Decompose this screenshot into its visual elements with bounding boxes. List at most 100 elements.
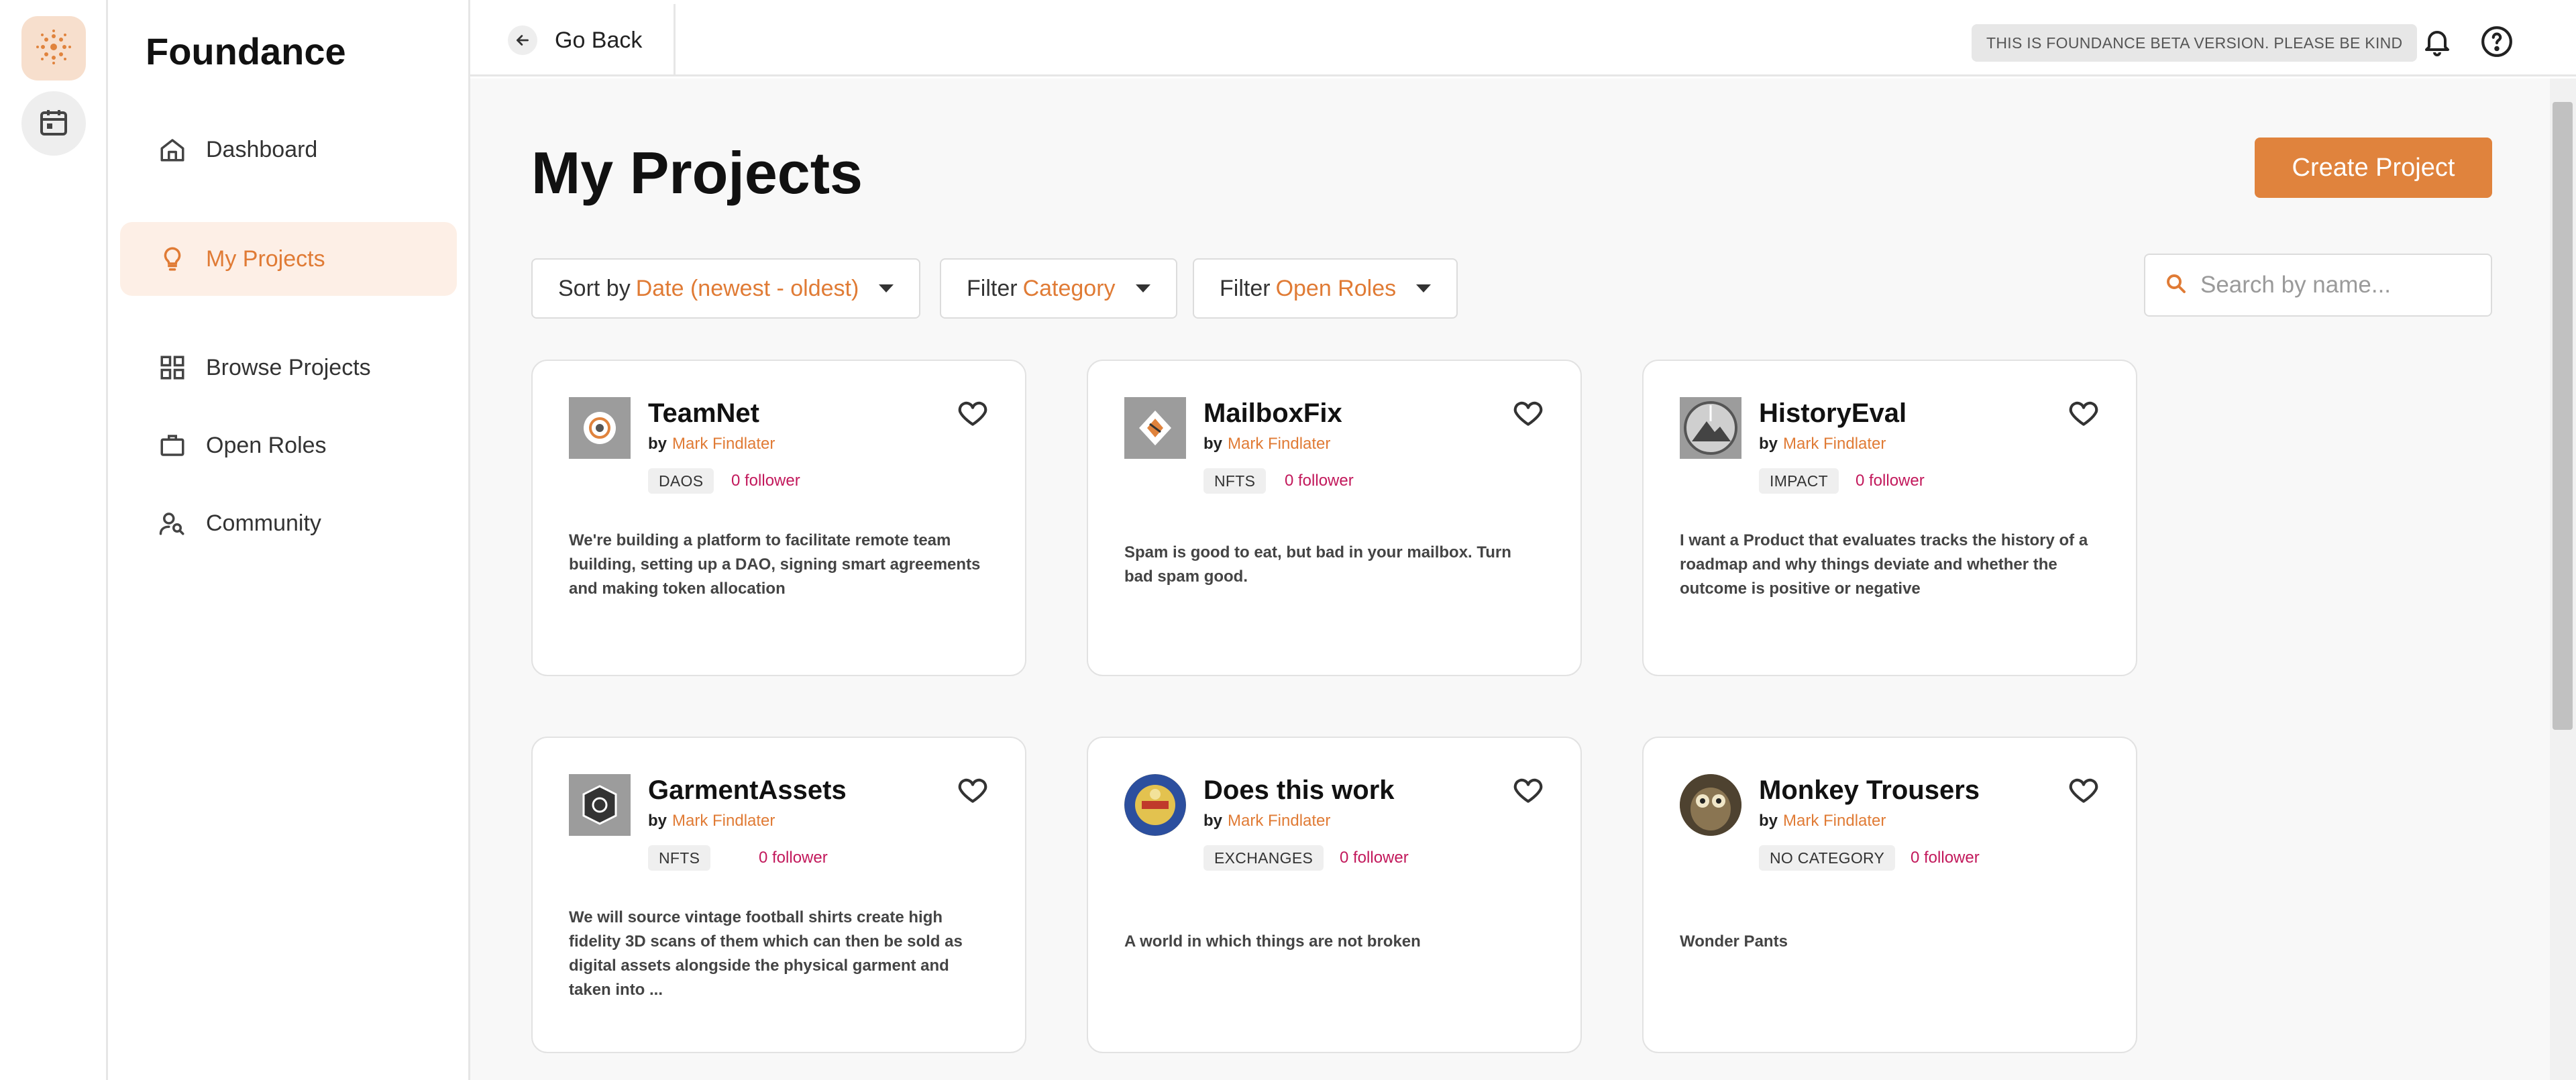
sidebar-item-label: Dashboard [206, 136, 318, 162]
scrollbar-thumb[interactable] [2553, 102, 2573, 730]
sort-prefix: Sort by [558, 275, 631, 301]
follower-count: 0 follower [1911, 849, 1980, 867]
project-author-link[interactable]: Mark Findlater [1228, 435, 1330, 453]
top-bar: Go Back THIS IS FOUNDANCE BETA VERSION. … [470, 4, 2576, 76]
main-content: My Projects Create Project Sort by Date … [470, 78, 2550, 1080]
open-roles-filter-dropdown[interactable]: Filter Open Roles [1193, 258, 1458, 319]
caret-down-icon [1135, 284, 1150, 292]
create-project-button[interactable]: Create Project [2255, 138, 2492, 198]
bell-icon [2421, 25, 2453, 61]
caret-down-icon [1416, 284, 1432, 292]
project-byline: by Mark Findlater [648, 435, 775, 453]
project-logo [1680, 397, 1741, 459]
project-author-link[interactable]: Mark Findlater [672, 812, 775, 830]
sidebar-item-my-projects[interactable]: My Projects [120, 222, 457, 296]
follower-count: 0 follower [1285, 472, 1354, 490]
category-badge: IMPACT [1759, 468, 1839, 494]
follower-count: 0 follower [1340, 849, 1409, 867]
favorite-button[interactable] [955, 774, 990, 809]
project-logo [569, 774, 631, 836]
project-logo [1124, 774, 1186, 836]
project-description: Wonder Pants [1680, 932, 1788, 951]
project-author-link[interactable]: Mark Findlater [1228, 812, 1330, 830]
sidebar-item-dashboard[interactable]: Dashboard [120, 113, 457, 186]
project-name[interactable]: MailboxFix [1203, 398, 1342, 429]
search-box[interactable] [2144, 254, 2492, 317]
lightbulb-icon [158, 244, 187, 274]
calendar-icon [38, 106, 70, 142]
by-label: by [1759, 812, 1778, 830]
sort-value: Date (newest - oldest) [635, 275, 859, 301]
project-byline: by Mark Findlater [648, 812, 775, 830]
go-back-button[interactable]: Go Back [470, 4, 676, 76]
heart-icon [1511, 396, 1545, 433]
search-input[interactable] [2200, 272, 2482, 299]
category-badge: DAOS [648, 468, 714, 494]
sidebar-item-label: My Projects [206, 246, 325, 272]
sidebar-item-label: Browse Projects [206, 354, 371, 380]
heart-icon [956, 396, 989, 433]
project-name[interactable]: Monkey Trousers [1759, 775, 1980, 806]
project-card-garmentassets[interactable]: GarmentAssets by Mark Findlater NFTS 0 fo… [531, 737, 1026, 1053]
heart-icon [956, 773, 989, 810]
project-name[interactable]: Does this work [1203, 775, 1395, 806]
project-byline: by Mark Findlater [1203, 812, 1330, 830]
project-description: We will source vintage football shirts c… [569, 908, 963, 999]
sidebar-item-browse-projects[interactable]: Browse Projects [120, 331, 457, 404]
heart-icon [1511, 773, 1545, 810]
category-filter-prefix: Filter [967, 275, 1018, 301]
foundance-logo-icon [35, 28, 72, 69]
project-logo [1124, 397, 1186, 459]
category-badge: NFTS [648, 845, 711, 871]
sidebar-item-label: Community [206, 510, 321, 536]
open-roles-filter-value: Open Roles [1275, 275, 1397, 301]
favorite-button[interactable] [955, 397, 990, 432]
favorite-button[interactable] [1511, 397, 1546, 432]
page-title: My Projects [531, 140, 863, 206]
open-roles-filter-prefix: Filter [1220, 275, 1271, 301]
heart-icon [2067, 773, 2100, 810]
help-button[interactable] [2478, 24, 2516, 62]
by-label: by [1203, 435, 1223, 453]
caret-down-icon [879, 284, 894, 292]
sidebar-item-community[interactable]: Community [120, 486, 457, 560]
grid-icon [158, 353, 187, 382]
calendar-button[interactable] [21, 91, 86, 156]
project-byline: by Mark Findlater [1759, 435, 1886, 453]
project-card-does-this-work[interactable]: Does this work by Mark Findlater EXCHANGE… [1087, 737, 1582, 1053]
project-description: A world in which things are not broken [1124, 932, 1421, 951]
favorite-button[interactable] [2066, 397, 2101, 432]
project-card-teamnet[interactable]: TeamNet by Mark Findlater DAOS 0 follower… [531, 360, 1026, 676]
favorite-button[interactable] [1511, 774, 1546, 809]
project-card-monkey-trousers[interactable]: Monkey Trousers by Mark Findlater NO CATE… [1642, 737, 2137, 1053]
project-card-mailboxfix[interactable]: MailboxFix by Mark Findlater NFTS 0 follo… [1087, 360, 1582, 676]
project-author-link[interactable]: Mark Findlater [1783, 812, 1886, 830]
by-label: by [648, 812, 667, 830]
favorite-button[interactable] [2066, 774, 2101, 809]
project-description: Spam is good to eat, but bad in your mai… [1124, 543, 1511, 586]
project-byline: by Mark Findlater [1203, 435, 1330, 453]
notifications-button[interactable] [2418, 24, 2456, 62]
foundance-logo-button[interactable] [21, 16, 86, 80]
project-name[interactable]: HistoryEval [1759, 398, 1907, 429]
project-name[interactable]: TeamNet [648, 398, 759, 429]
project-name[interactable]: GarmentAssets [648, 775, 847, 806]
project-logo [569, 397, 631, 459]
sort-dropdown[interactable]: Sort by Date (newest - oldest) [531, 258, 921, 319]
category-filter-dropdown[interactable]: Filter Category [940, 258, 1177, 319]
category-badge: NFTS [1203, 468, 1267, 494]
sidebar-item-open-roles[interactable]: Open Roles [120, 409, 457, 482]
by-label: by [1203, 812, 1223, 830]
sidebar: Foundance Dashboard My Projects Browse P… [108, 0, 470, 1080]
project-card-historyeval[interactable]: HistoryEval by Mark Findlater IMPACT 0 fo… [1642, 360, 2137, 676]
category-badge: EXCHANGES [1203, 845, 1324, 871]
home-icon [158, 135, 187, 164]
heart-icon [2067, 396, 2100, 433]
people-search-icon [158, 508, 187, 538]
sidebar-item-label: Open Roles [206, 432, 327, 458]
project-author-link[interactable]: Mark Findlater [672, 435, 775, 453]
category-badge: NO CATEGORY [1759, 845, 1896, 871]
category-filter-value: Category [1022, 275, 1116, 301]
project-logo [1680, 774, 1741, 836]
project-author-link[interactable]: Mark Findlater [1783, 435, 1886, 453]
